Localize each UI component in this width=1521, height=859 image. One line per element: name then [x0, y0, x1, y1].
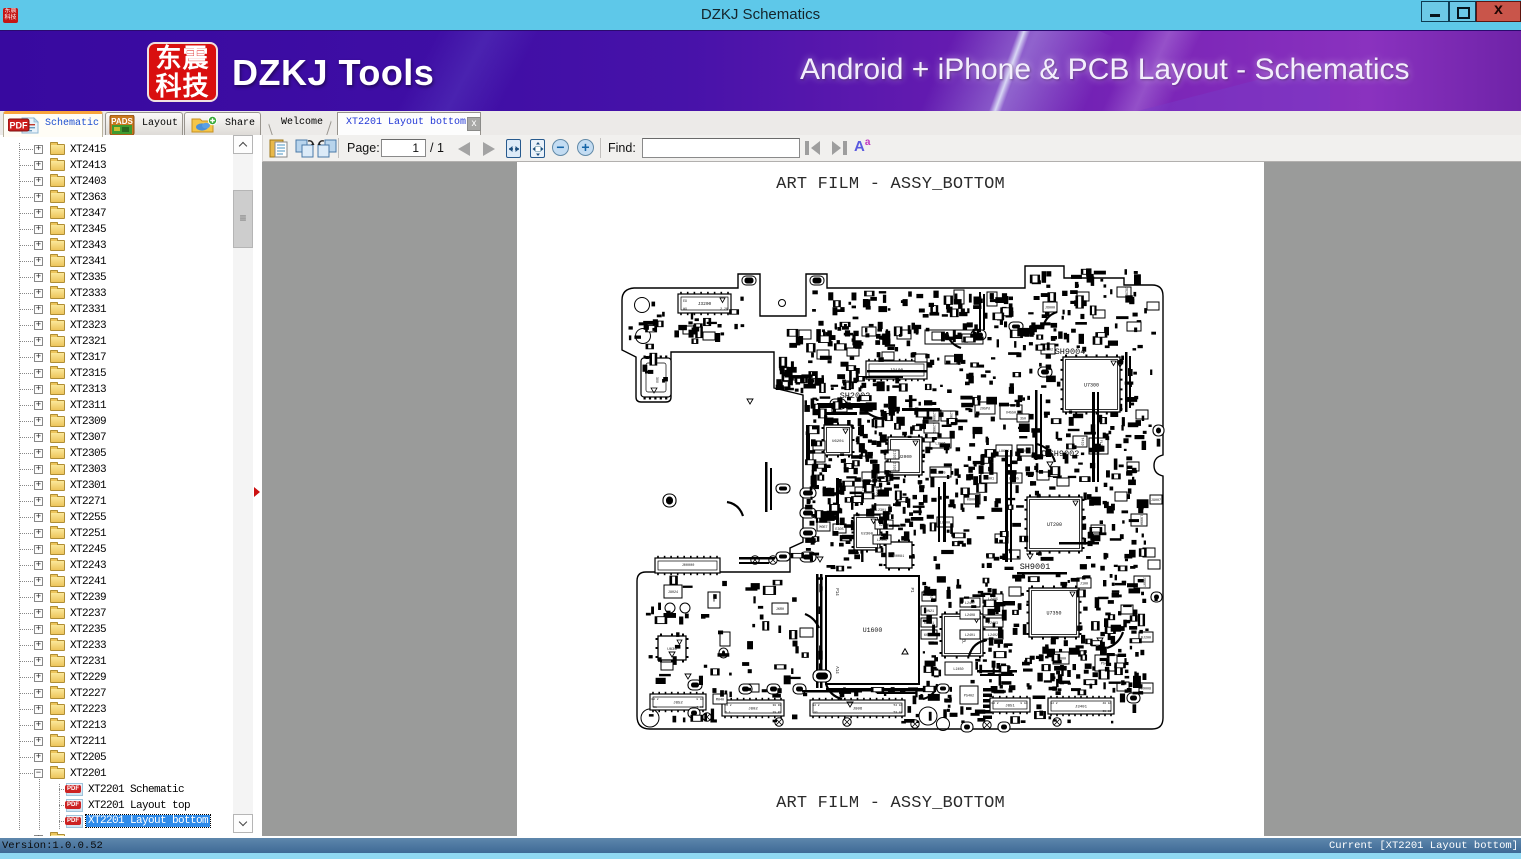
svg-text:J3401: J3401 — [1075, 706, 1088, 710]
svg-text:U7350: U7350 — [1046, 611, 1061, 617]
svg-text:2 26: 2 26 — [720, 307, 728, 311]
svg-text:U2300: U2300 — [861, 533, 874, 537]
svg-text:295Pd: 295Pd — [980, 407, 990, 412]
svg-text:PDF: PDF — [10, 121, 29, 131]
svg-text:BJ200: BJ200 — [1141, 637, 1151, 641]
svg-text:J100: J100 — [1080, 583, 1088, 587]
svg-text:G2 2: G2 2 — [991, 702, 998, 705]
svg-text:U7300: U7300 — [1084, 383, 1099, 389]
svg-text:350: 350 — [1020, 418, 1026, 422]
svg-text:U1600: U1600 — [863, 627, 883, 634]
svg-text:J00000: J00000 — [682, 564, 695, 568]
svg-text:L2401: L2401 — [965, 634, 975, 638]
svg-text:UT200: UT200 — [1047, 522, 1062, 528]
svg-text:300: 300 — [654, 377, 658, 383]
svg-text:30 R2: 30 R2 — [772, 704, 781, 707]
svg-text:J3200: J3200 — [698, 301, 712, 307]
svg-text:B: B — [713, 600, 715, 604]
svg-text:5.1: 5.1 — [725, 711, 731, 714]
svg-text:L000A: L000A — [1139, 515, 1143, 526]
svg-text:A14: A14 — [834, 666, 838, 674]
svg-text:JKR0: JKR0 — [776, 608, 784, 612]
svg-text:29 R1: 29 R1 — [772, 711, 781, 714]
svg-text:P1: P1 — [909, 587, 913, 593]
svg-text:L2408: L2408 — [965, 614, 975, 618]
svg-text:M0E7: M0E7 — [819, 526, 827, 530]
svg-text:J851: J851 — [1005, 705, 1015, 709]
svg-text:P14: P14 — [834, 588, 838, 596]
svg-text:1102: 1102 — [892, 450, 896, 458]
svg-text:SH9004: SH9004 — [1055, 347, 1086, 357]
svg-text:2102: 2102 — [892, 462, 896, 470]
svg-text:J802: J802 — [748, 708, 758, 712]
svg-text:7410: 7410 — [1080, 437, 1084, 445]
svg-text:PADS: PADS — [111, 117, 133, 126]
svg-text:J8024: J8024 — [668, 591, 678, 595]
svg-text:J6000: J6000 — [1045, 307, 1055, 311]
svg-text:00081: 00081 — [894, 555, 905, 559]
svg-text:U6201: U6201 — [832, 440, 845, 444]
svg-text:G2 2: G2 2 — [1050, 702, 1057, 705]
svg-text:J806: J806 — [853, 708, 863, 712]
svg-text:G2 2: G2 2 — [812, 704, 819, 707]
svg-text:40 G4: 40 G4 — [1102, 702, 1111, 705]
svg-text:SH9001: SH9001 — [1020, 562, 1051, 572]
svg-text:J9007: J9007 — [1151, 499, 1161, 503]
svg-text:G1: G1 — [814, 711, 818, 714]
svg-text:L2009: L2009 — [931, 423, 935, 433]
svg-text:53 G2: 53 G2 — [893, 711, 902, 714]
svg-text:U4550: U4550 — [1006, 412, 1016, 416]
svg-text:G1: G1 — [653, 706, 657, 709]
svg-text:U2000: U2000 — [898, 454, 912, 460]
svg-text:P5402: P5402 — [964, 695, 974, 699]
svg-text:M040: M040 — [716, 699, 724, 703]
svg-text:L2450: L2450 — [953, 668, 963, 672]
svg-text:W9: W9 — [683, 307, 687, 311]
svg-text:8 G4: 8 G4 — [1020, 702, 1027, 705]
svg-text:G2 2: G2 2 — [651, 698, 658, 701]
svg-text:J852: J852 — [673, 702, 683, 706]
svg-text:E9: E9 — [683, 299, 687, 303]
svg-text:54 G4: 54 G4 — [893, 704, 902, 707]
svg-text:8 G4: 8 G4 — [696, 698, 703, 701]
svg-text:39 G2: 39 G2 — [1102, 710, 1111, 713]
